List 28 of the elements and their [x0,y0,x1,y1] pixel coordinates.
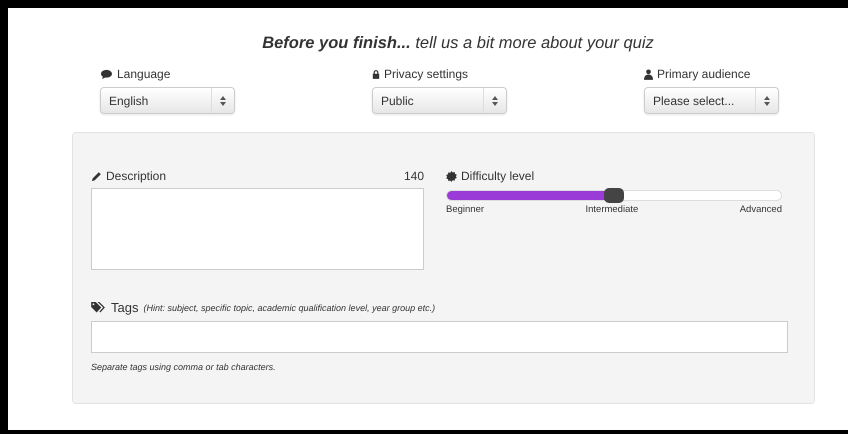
field-label: Description [106,169,166,183]
field-label: Tags [111,300,138,315]
field-label: Language [117,67,170,81]
slider-thumb[interactable] [604,188,624,203]
slider-tick-label: Beginner [446,204,484,215]
hint-text: (Hint: subject, specific topic, academic qualification level, year group etc.) [143,302,436,312]
dropdown[interactable]: Public [372,87,507,114]
field-label: Primary audience [657,67,750,81]
badge-icon [446,170,457,182]
character-counter: 140 [404,169,424,183]
tags-input[interactable] [91,321,788,353]
page-heading: Before you finish... tell us a bit more about your quiz [261,33,655,54]
up-down-arrows-icon [483,88,498,113]
lock-icon [372,68,380,80]
tags-icon [91,302,106,313]
speech-bubble-icon [100,68,113,80]
slider-tick-label: Advanced [740,204,782,215]
field-label: Difficulty level [461,169,534,183]
dropdown[interactable]: English [100,87,235,114]
up-down-arrows-icon [211,88,226,113]
help-text: Separate tags using comma or tab characters. [91,362,277,372]
slider-tick-label: Intermediate [585,204,638,215]
up-down-arrows-icon [755,88,770,113]
slider-track[interactable] [446,190,782,201]
field-label: Privacy settings [384,67,468,81]
pencil-icon [91,170,102,182]
person-icon [644,68,653,80]
dropdown[interactable]: Please select... [644,87,779,114]
